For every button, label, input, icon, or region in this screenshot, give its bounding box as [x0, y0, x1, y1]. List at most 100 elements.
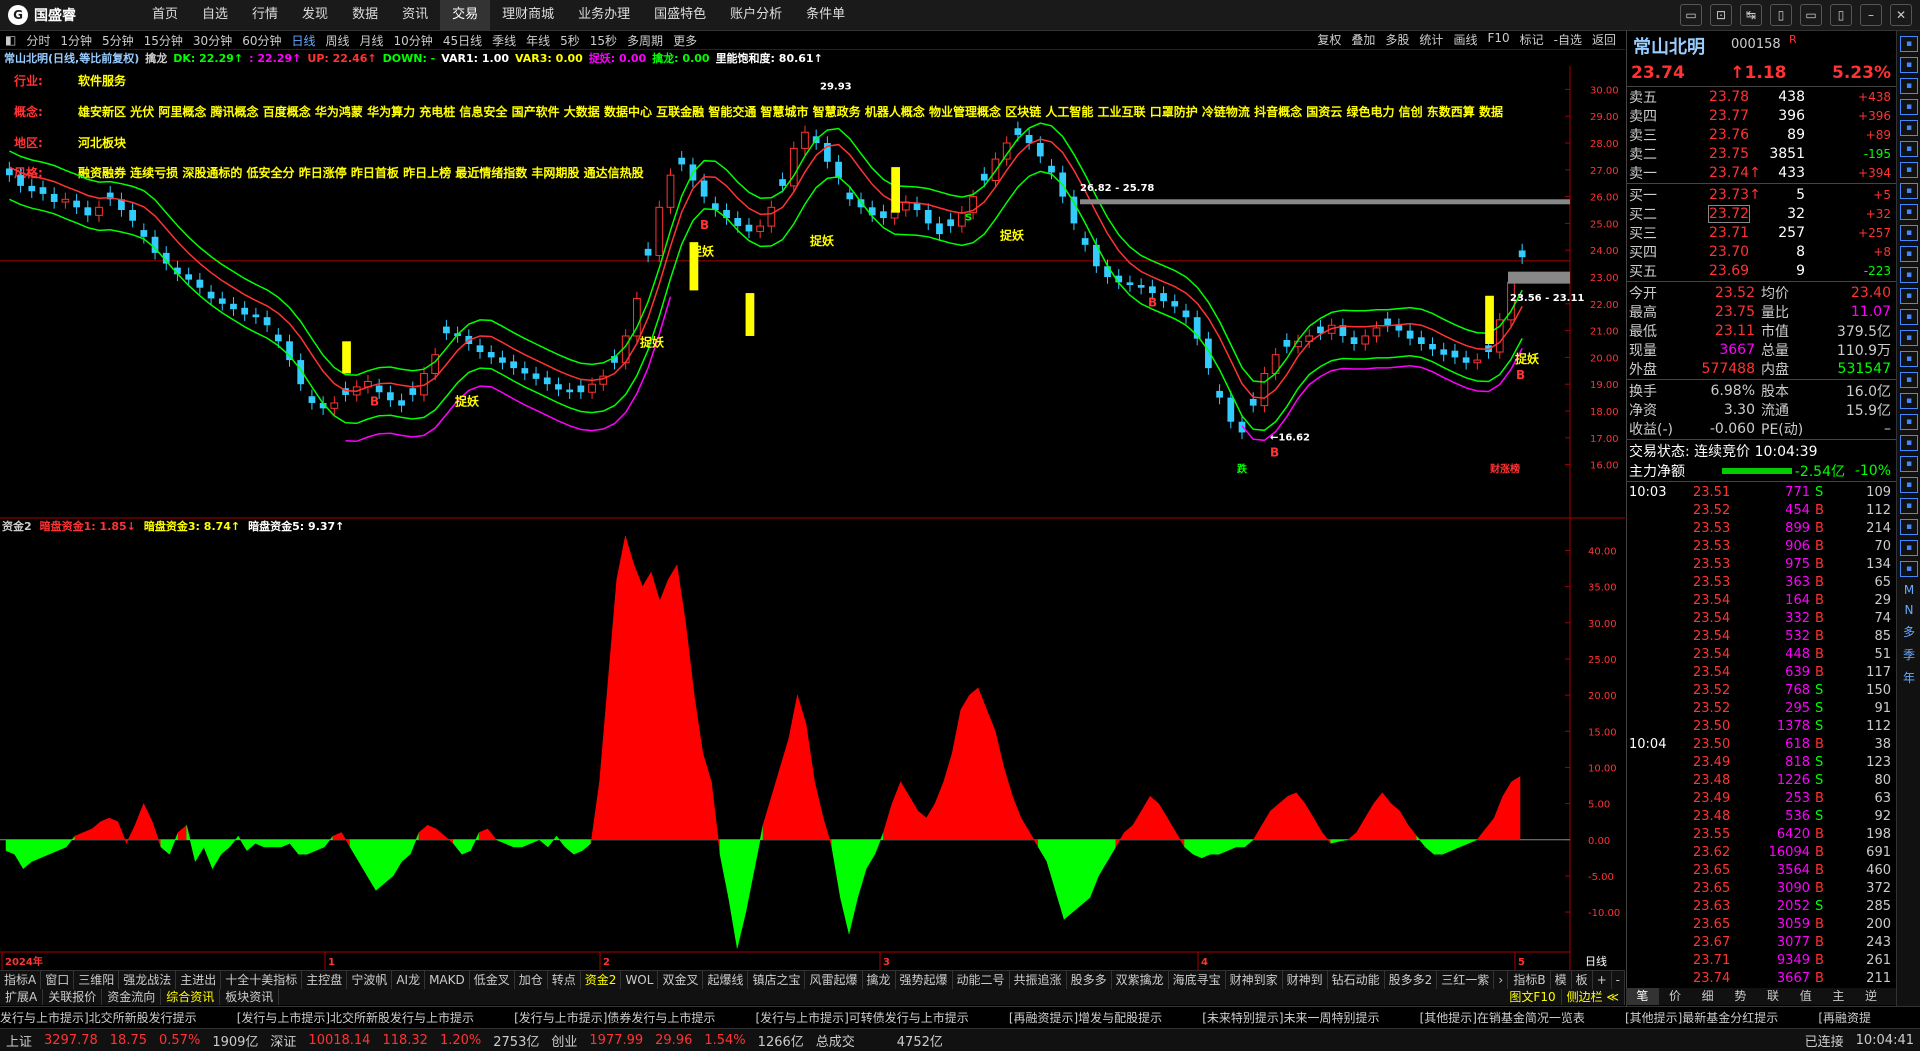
- indicator-tab[interactable]: 资金2: [581, 971, 622, 989]
- window-control-icon[interactable]: ▯: [1830, 4, 1852, 26]
- chart-tool-button[interactable]: 叠加: [1346, 31, 1380, 48]
- tool-icon[interactable]: ▪: [1900, 456, 1918, 472]
- indicator-tab[interactable]: 三维阳: [74, 971, 120, 989]
- tool-icon[interactable]: ▪: [1900, 78, 1918, 94]
- menu-item[interactable]: 发现: [290, 0, 340, 30]
- quote-tab[interactable]: 联: [1757, 988, 1790, 1005]
- tool-icon[interactable]: ▪: [1900, 183, 1918, 199]
- indicator-tab[interactable]: 共振追涨: [1010, 971, 1067, 989]
- period-tab[interactable]: 年线: [521, 32, 555, 49]
- menu-item[interactable]: 首页: [140, 0, 190, 30]
- tool-icon[interactable]: ▪: [1900, 393, 1918, 409]
- indicator-tab[interactable]: 三红一紫: [1437, 971, 1495, 989]
- panel-toggle-icon[interactable]: ◧: [0, 33, 21, 47]
- period-tab[interactable]: 5秒: [555, 32, 585, 49]
- tool-icon[interactable]: ▪: [1900, 57, 1918, 73]
- indicator-tab[interactable]: 财神到: [1283, 971, 1328, 989]
- indicator-tab[interactable]: AI龙: [392, 971, 426, 989]
- window-control-icon[interactable]: ▭: [1680, 4, 1702, 26]
- chart-tool-button[interactable]: 返回: [1587, 31, 1621, 48]
- menu-item[interactable]: 资讯: [390, 0, 440, 30]
- tool-text-button[interactable]: 季: [1899, 646, 1919, 663]
- menu-item[interactable]: 行情: [240, 0, 290, 30]
- indicator-tab-right[interactable]: +: [1593, 971, 1612, 989]
- period-tab[interactable]: 15秒: [585, 32, 622, 49]
- tool-icon[interactable]: ▪: [1900, 309, 1918, 325]
- quote-tab[interactable]: 势: [1724, 988, 1757, 1005]
- info-tab-right[interactable]: 侧边栏 ≪: [1562, 989, 1625, 1005]
- indicator-tab[interactable]: 强龙战法: [119, 971, 177, 989]
- indicator-tab[interactable]: 起爆线: [703, 971, 749, 989]
- menu-item[interactable]: 交易: [440, 0, 491, 30]
- quote-tab[interactable]: 细: [1691, 988, 1724, 1005]
- tool-icon[interactable]: ▪: [1900, 99, 1918, 115]
- info-tab[interactable]: 扩展A: [0, 989, 44, 1005]
- chart-tool-button[interactable]: -自选: [1549, 31, 1587, 48]
- tool-icon[interactable]: ▪: [1900, 141, 1918, 157]
- indicator-tab[interactable]: 指标A: [0, 971, 42, 989]
- indicator-tab[interactable]: 主控盘: [302, 971, 348, 989]
- chart-tool-button[interactable]: 复权: [1312, 31, 1346, 48]
- indicator-tab-right[interactable]: 板: [1572, 971, 1593, 989]
- indicator-tab-right[interactable]: 模: [1551, 971, 1572, 989]
- indicator-tab-right[interactable]: -: [1612, 971, 1625, 989]
- indicator-tab[interactable]: 十全十美指标: [221, 971, 303, 989]
- period-tab[interactable]: 更多: [668, 32, 702, 49]
- period-tab[interactable]: 10分钟: [389, 32, 438, 49]
- tool-icon[interactable]: ▪: [1900, 477, 1918, 493]
- period-tab[interactable]: 1分钟: [55, 32, 97, 49]
- tool-text-button[interactable]: 多: [1899, 623, 1919, 640]
- indicator-tab[interactable]: MAKD: [425, 971, 470, 989]
- indicator-tab[interactable]: 钻石动能: [1328, 971, 1385, 989]
- indicator-tab[interactable]: 双紫擒龙: [1112, 971, 1169, 989]
- indicator-tab[interactable]: 擒龙: [863, 971, 896, 989]
- news-item[interactable]: [发行与上市提示]可转债发行与上市提示: [755, 1009, 968, 1026]
- news-item[interactable]: [未来特别提示]未来一周特别提示: [1202, 1009, 1379, 1026]
- tool-icon[interactable]: ▪: [1900, 120, 1918, 136]
- menu-item[interactable]: 账户分析: [718, 0, 794, 30]
- menu-item[interactable]: 国盛特色: [642, 0, 718, 30]
- chart-tool-button[interactable]: F10: [1482, 31, 1514, 48]
- tool-icon[interactable]: ▪: [1900, 246, 1918, 262]
- indicator-tab[interactable]: 股多多: [1067, 971, 1112, 989]
- period-tab[interactable]: 分时: [21, 32, 55, 49]
- tool-icon[interactable]: ▪: [1900, 561, 1918, 577]
- tool-icon[interactable]: ▪: [1900, 204, 1918, 220]
- indicator-tab[interactable]: 窗口: [41, 971, 75, 989]
- period-tab[interactable]: 季线: [487, 32, 521, 49]
- indicator-tab[interactable]: 宁波帆: [347, 971, 393, 989]
- tool-icon[interactable]: ▪: [1900, 351, 1918, 367]
- tool-icon[interactable]: ▪: [1900, 330, 1918, 346]
- menu-item[interactable]: 自选: [190, 0, 240, 30]
- indicator-tab[interactable]: 强势起爆: [896, 971, 953, 989]
- tool-icon[interactable]: ▪: [1900, 435, 1918, 451]
- indicator-tab[interactable]: 股多多2: [1385, 971, 1438, 989]
- news-item[interactable]: [发行与上市提示]北交所新股发行与上市提示: [237, 1009, 474, 1026]
- window-control-icon[interactable]: –: [1860, 4, 1882, 26]
- menu-item[interactable]: 条件单: [794, 0, 857, 30]
- tool-text-button[interactable]: M: [1899, 583, 1919, 597]
- period-tab[interactable]: 45日线: [438, 32, 487, 49]
- quote-tab[interactable]: 值: [1789, 988, 1822, 1005]
- info-tab[interactable]: 综合资讯: [161, 989, 221, 1005]
- news-item[interactable]: [其他提示]在销基金简况一览表: [1420, 1009, 1585, 1026]
- quote-tab[interactable]: 逆: [1855, 988, 1888, 1005]
- indicator-tab-right[interactable]: 指标B: [1509, 971, 1551, 989]
- info-tab-right[interactable]: 图文F10: [1504, 989, 1562, 1005]
- news-item[interactable]: [再融资提: [1818, 1009, 1871, 1026]
- tool-icon[interactable]: ▪: [1900, 540, 1918, 556]
- news-item[interactable]: [其他提示]最新基金分红提示: [1625, 1009, 1778, 1026]
- indicator-tab[interactable]: 低金叉: [470, 971, 515, 989]
- menu-item[interactable]: 业务办理: [566, 0, 642, 30]
- indicator-tab[interactable]: 风雷起爆: [805, 971, 863, 989]
- news-item[interactable]: 发行与上市提示]北交所新股发行提示: [0, 1009, 197, 1026]
- indicator-tab[interactable]: 主进出: [176, 971, 222, 989]
- tool-icon[interactable]: ▪: [1900, 519, 1918, 535]
- indicator-tab[interactable]: 镇店之宝: [748, 971, 806, 989]
- tool-icon[interactable]: ▪: [1900, 288, 1918, 304]
- quote-tab[interactable]: 主: [1822, 988, 1855, 1005]
- window-control-icon[interactable]: ✕: [1890, 4, 1912, 26]
- period-tab[interactable]: 多周期: [622, 32, 668, 49]
- window-control-icon[interactable]: ▭: [1800, 4, 1822, 26]
- info-tab[interactable]: 关联报价: [43, 989, 103, 1005]
